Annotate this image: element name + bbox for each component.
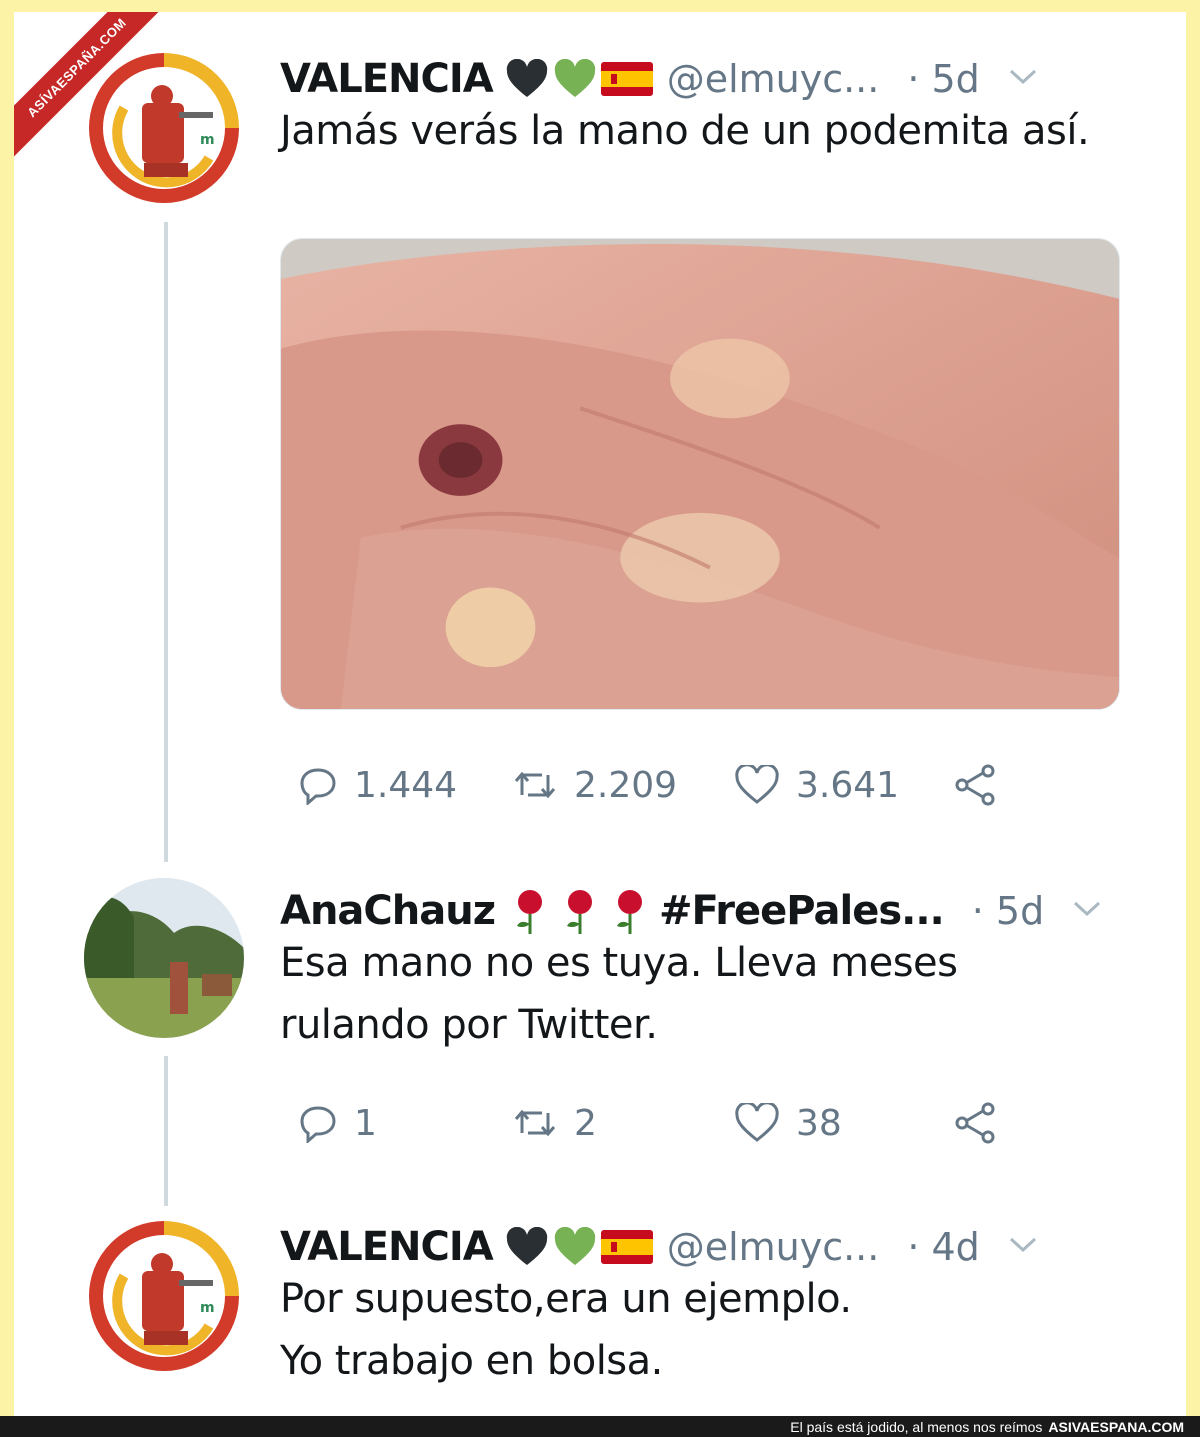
tweet-text-line: Yo trabajo en bolsa.	[280, 1338, 663, 1384]
spain-flag-icon	[600, 1230, 653, 1264]
tweet-text: Jamás verás la mano de un podemita así.	[280, 108, 1090, 154]
tweet-actions: 1.444 2.209 3.641	[280, 760, 1040, 810]
share-button[interactable]	[952, 760, 998, 810]
tweet-image-hand[interactable]	[280, 238, 1120, 710]
retweet-count: 2	[574, 1102, 597, 1144]
footer-site-link[interactable]: ASIVAESPANA.COM	[1048, 1419, 1184, 1435]
like-count: 3.641	[796, 764, 900, 806]
tweet-actions: 1 2 38	[280, 1098, 1040, 1148]
reply-icon	[300, 1106, 336, 1143]
green-heart-icon	[554, 1227, 595, 1265]
like-count: 38	[796, 1102, 842, 1144]
spain-flag-icon	[600, 62, 653, 96]
tweet-text-line: Por supuesto,era un ejemplo.	[280, 1276, 852, 1322]
thread-card: ASÍVAESPAÑA.COM m VALENCIA @elmuyc... · …	[14, 12, 1186, 1416]
tweet-header: VALENCIA @elmuyc... · 4d	[280, 1220, 1140, 1274]
chevron-down-icon[interactable]	[1008, 67, 1038, 91]
like-button[interactable]: 38	[734, 1098, 842, 1148]
timestamp[interactable]: · 5d	[972, 889, 1044, 933]
retweet-button[interactable]: 2	[512, 1098, 597, 1148]
green-heart-icon	[554, 59, 595, 97]
retweet-button[interactable]: 2.209	[512, 760, 677, 810]
rose-icon	[617, 890, 643, 934]
rose-icon	[517, 890, 543, 934]
like-icon	[735, 1103, 779, 1142]
like-button[interactable]: 3.641	[734, 760, 899, 810]
retweet-icon	[514, 771, 556, 799]
avatar[interactable]: m	[84, 48, 244, 208]
svg-text:m: m	[200, 1300, 215, 1316]
display-name-hashtag[interactable]: #FreePales...	[659, 888, 945, 934]
footer-bar: El país está jodido, al menos nos reímos…	[0, 1416, 1200, 1437]
reply-count: 1.444	[354, 764, 458, 806]
share-icon	[955, 1102, 995, 1144]
tweet-text: Esa mano no es tuya. Lleva meses rulando…	[280, 940, 958, 1048]
rose-icon	[567, 890, 593, 934]
retweet-icon	[514, 1109, 556, 1137]
tweet-text: Por supuesto,era un ejemplo. Yo trabajo …	[280, 1268, 1100, 1392]
svg-text:m: m	[200, 132, 215, 148]
avatar[interactable]	[84, 878, 244, 1038]
user-handle[interactable]: @elmuyc...	[667, 57, 880, 101]
reply-icon	[300, 768, 336, 805]
tweet-header: VALENCIA @elmuyc... · 5d	[280, 52, 1140, 106]
name-emojis	[505, 59, 653, 99]
share-button[interactable]	[952, 1098, 998, 1148]
black-heart-icon	[506, 1227, 547, 1265]
avatar[interactable]: m	[84, 1216, 244, 1376]
thread-connector	[164, 1056, 168, 1206]
chevron-down-icon[interactable]	[1008, 1235, 1038, 1259]
retweet-count: 2.209	[574, 764, 678, 806]
reply-count: 1	[354, 1102, 377, 1144]
reply-button[interactable]: 1.444	[298, 760, 457, 810]
thread-connector	[164, 222, 168, 862]
black-heart-icon	[506, 59, 547, 97]
chevron-down-icon[interactable]	[1072, 899, 1102, 923]
user-handle[interactable]: @elmuyc...	[667, 1225, 880, 1269]
name-emojis	[505, 1227, 653, 1267]
share-icon	[955, 764, 995, 806]
name-emojis	[513, 888, 647, 934]
like-icon	[735, 765, 779, 804]
tweet-header: AnaChauz #FreePales... · 5d	[280, 884, 1140, 938]
reply-button[interactable]: 1	[298, 1098, 377, 1148]
footer-caption: El país está jodido, al menos nos reímos	[790, 1418, 1043, 1435]
display-name[interactable]: VALENCIA	[280, 1224, 494, 1270]
timestamp[interactable]: · 4d	[907, 1225, 979, 1269]
display-name[interactable]: VALENCIA	[280, 56, 494, 102]
display-name[interactable]: AnaChauz	[280, 888, 496, 934]
timestamp[interactable]: · 5d	[907, 57, 979, 101]
